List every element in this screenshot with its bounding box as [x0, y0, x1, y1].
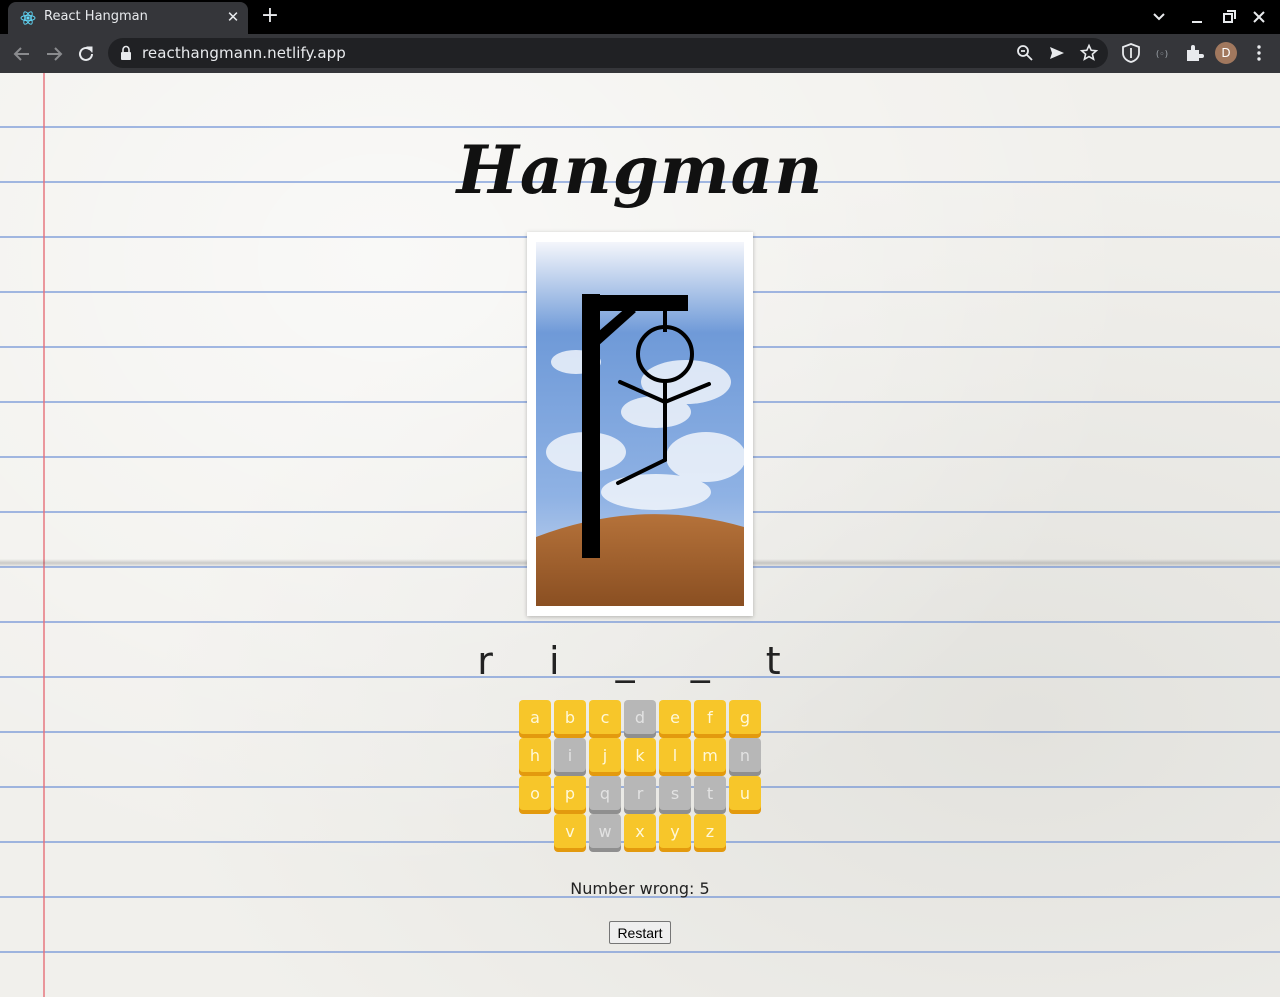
- back-arrow-icon[interactable]: [9, 41, 35, 67]
- letter-key-g[interactable]: g: [729, 700, 761, 734]
- paper-margin-line: [43, 73, 45, 997]
- react-logo-icon: [20, 11, 36, 25]
- lock-icon[interactable]: [120, 45, 132, 61]
- shield-extension-icon[interactable]: [1120, 42, 1142, 64]
- letter-key-b[interactable]: b: [554, 700, 586, 734]
- hangman-image-card: [527, 232, 753, 616]
- letter-key-v[interactable]: v: [554, 814, 586, 848]
- letter-key-k[interactable]: k: [624, 738, 656, 772]
- ground: [536, 514, 744, 606]
- letter-key-o[interactable]: o: [519, 776, 551, 810]
- send-icon[interactable]: [1047, 43, 1067, 63]
- letter-key-h[interactable]: h: [519, 738, 551, 772]
- letter-key-d: d: [624, 700, 656, 734]
- letter-key-u[interactable]: u: [729, 776, 761, 810]
- tab-search-icon[interactable]: [1146, 4, 1172, 30]
- reload-icon[interactable]: [73, 41, 99, 67]
- restore-icon[interactable]: [1216, 4, 1242, 30]
- page-body: Hangman r i _ _ t a b c d e f g h i j k …: [0, 73, 1280, 997]
- close-window-icon[interactable]: [1246, 4, 1272, 30]
- bookmark-star-icon[interactable]: [1079, 43, 1099, 63]
- profile-avatar[interactable]: D: [1215, 42, 1237, 64]
- word-display: r i _ _ t: [477, 639, 803, 683]
- restart-button[interactable]: Restart: [609, 921, 671, 944]
- puzzle-extensions-icon[interactable]: [1183, 42, 1205, 64]
- zoom-icon[interactable]: [1015, 43, 1035, 63]
- forward-arrow-icon[interactable]: [41, 41, 67, 67]
- letter-keyboard: abcdefg hijklmn opqrstu vwxyz: [516, 700, 764, 852]
- tab-title: React Hangman: [44, 9, 148, 24]
- letter-key-s: s: [659, 776, 691, 810]
- address-bar[interactable]: reacthangmann.netlify.app: [108, 38, 1108, 68]
- browser-tab[interactable]: React Hangman ✕: [8, 2, 248, 34]
- letter-key-y[interactable]: y: [659, 814, 691, 848]
- keyboard-row: abcdefg: [516, 700, 764, 734]
- letter-key-j[interactable]: j: [589, 738, 621, 772]
- menu-kebab-icon[interactable]: [1248, 42, 1270, 64]
- letter-key-a[interactable]: a: [519, 700, 551, 734]
- hangman-drawing: [536, 242, 744, 606]
- browser-toolbar: reacthangmann.netlify.app (◦) D: [0, 34, 1280, 73]
- new-tab-icon[interactable]: +: [258, 5, 282, 29]
- svg-text:(◦): (◦): [1156, 50, 1168, 60]
- extension-badge-icon[interactable]: (◦): [1151, 42, 1173, 64]
- letter-key-t: t: [694, 776, 726, 810]
- wrong-count: Number wrong: 5: [570, 879, 710, 898]
- letter-key-l[interactable]: l: [659, 738, 691, 772]
- letter-key-m[interactable]: m: [694, 738, 726, 772]
- close-tab-icon[interactable]: ✕: [224, 8, 242, 26]
- letter-key-w: w: [589, 814, 621, 848]
- letter-key-x[interactable]: x: [624, 814, 656, 848]
- letter-key-i: i: [554, 738, 586, 772]
- letter-key-z[interactable]: z: [694, 814, 726, 848]
- letter-key-p[interactable]: p: [554, 776, 586, 810]
- tab-strip: React Hangman ✕ +: [0, 0, 1280, 34]
- letter-key-f[interactable]: f: [694, 700, 726, 734]
- letter-key-q: q: [589, 776, 621, 810]
- page-title: Hangman: [456, 131, 824, 209]
- keyboard-row: hijklmn: [516, 738, 764, 772]
- keyboard-row: vwxyz: [516, 814, 764, 848]
- url-text[interactable]: reacthangmann.netlify.app: [142, 44, 346, 62]
- letter-key-r: r: [624, 776, 656, 810]
- letter-key-e[interactable]: e: [659, 700, 691, 734]
- minimize-icon[interactable]: [1184, 4, 1210, 30]
- letter-key-n: n: [729, 738, 761, 772]
- letter-key-c[interactable]: c: [589, 700, 621, 734]
- keyboard-row: opqrstu: [516, 776, 764, 810]
